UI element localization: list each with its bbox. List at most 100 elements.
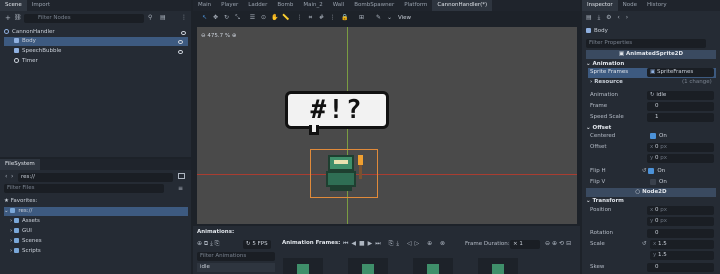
resource-row[interactable]: › Resource [590, 78, 623, 87]
scene-tab[interactable]: Bomb [272, 0, 298, 11]
scene-tab[interactable]: Main [193, 0, 216, 11]
pan-icon[interactable]: ✋ [271, 14, 278, 21]
animation-frame-thumb[interactable] [283, 258, 323, 274]
select-tool-icon[interactable]: ↖ [201, 14, 208, 21]
add-node-icon[interactable]: + [5, 14, 11, 22]
visibility-icon[interactable] [178, 50, 183, 54]
sprite-frames-label: Sprite Frames [590, 69, 629, 75]
root-folder-row[interactable]: ⌄ res:// [4, 207, 188, 216]
folder-row-assets[interactable]: › Assets [10, 217, 40, 226]
bone-icon[interactable]: ✎ [375, 14, 382, 21]
snap-icon[interactable]: ⌗ [307, 14, 314, 21]
tab-scene[interactable]: Scene [0, 0, 27, 11]
filter-files-input[interactable]: Filter Files [4, 184, 164, 193]
animation-frame-thumb[interactable] [478, 258, 518, 274]
scene-tab[interactable]: Player [216, 0, 243, 11]
offset-label: Offset [590, 144, 607, 150]
speech-bubble-sprite[interactable]: #!? [285, 91, 389, 136]
sprite-frames-text: SpriteFrames [656, 69, 694, 75]
tab-node[interactable]: Node [618, 0, 642, 11]
tab-label: Main_2 [303, 2, 323, 8]
scene-tab[interactable]: BombSpawner [349, 0, 399, 11]
move-tool-icon[interactable]: ✥ [212, 14, 219, 21]
more-icon[interactable]: ⋮ [181, 14, 187, 21]
more-icon[interactable]: ⋮ [329, 14, 336, 21]
scale-x: x 1.5 [653, 240, 667, 249]
folder-row-scenes[interactable]: › Scenes [10, 237, 42, 246]
filter-properties-input[interactable]: Filter Properties [586, 39, 706, 48]
split-view-icon[interactable] [178, 173, 185, 179]
frame-duration-field[interactable]: × 1 [510, 240, 540, 249]
grid-icon[interactable]: # [318, 14, 325, 21]
fps-field[interactable]: ↻ 5 FPS [243, 240, 271, 249]
zoom-in-icon[interactable]: ⊕ [230, 33, 237, 39]
sort-icon[interactable]: ≡ [178, 185, 183, 192]
visibility-icon[interactable] [178, 40, 183, 44]
unit: px [660, 144, 668, 150]
animation-frame-thumb[interactable] [348, 258, 388, 274]
tree-node-cannonhandler[interactable]: CannonHandler [4, 28, 188, 37]
animation-frame-thumb[interactable] [413, 258, 453, 274]
tab-import[interactable]: Import [27, 0, 55, 11]
ruler-icon[interactable]: 📏 [282, 14, 289, 21]
star-icon: ★ [4, 198, 11, 204]
scale-tool-icon[interactable]: ⤡ [234, 14, 241, 21]
script-icon[interactable]: ▤ [160, 14, 166, 21]
pivot-icon[interactable]: ⊙ [260, 14, 267, 21]
node-name: Body [594, 28, 608, 34]
scene-tab[interactable]: Ladder [243, 0, 272, 11]
bone-options-icon[interactable]: ⌄ [386, 14, 393, 21]
centered-checkbox[interactable]: On [650, 132, 667, 141]
list-select-icon[interactable]: ☰ [249, 14, 256, 21]
inspector-history-icons[interactable]: ▤ ⤓ ⚙ ‹ › [586, 14, 630, 22]
filter-animations-input[interactable]: Filter Animations [197, 252, 275, 261]
folder-icon [13, 228, 19, 233]
link-icon[interactable]: ⛓ [14, 14, 22, 21]
back-icon[interactable]: ‹ [5, 173, 7, 180]
folder-row-scripts[interactable]: › Scripts [10, 247, 41, 256]
section-offset[interactable]: ⌄ Offset [586, 124, 611, 132]
scene-tab[interactable]: Wall [328, 0, 350, 11]
section-transform[interactable]: ⌄ Transform [586, 197, 624, 205]
section-animation[interactable]: ⌄ Animation [586, 60, 624, 68]
tab-history[interactable]: History [642, 0, 672, 11]
tab-inspector[interactable]: Inspector [582, 0, 618, 11]
add-animation-icon[interactable]: ⊕ ⧉ ⤓ ⎘ [197, 240, 220, 248]
visibility-icon[interactable] [181, 31, 186, 35]
flip-h-checkbox[interactable]: ↺ On [642, 167, 665, 176]
rotation-value: 0 [655, 230, 659, 236]
animation-frames-label: Animation Frames: [282, 240, 341, 246]
view-menu[interactable]: View [398, 15, 411, 21]
lock-icon[interactable]: 🔒 [341, 14, 348, 21]
folder-icon [13, 218, 19, 223]
tree-node-body[interactable]: Body [4, 37, 188, 46]
more-icon[interactable]: ⋮ [296, 14, 303, 21]
filter-nodes-input[interactable]: Filter Nodes [24, 14, 144, 23]
position-x: x 0 px [650, 206, 667, 215]
axis-y: y [650, 218, 654, 224]
forward-icon[interactable]: › [11, 173, 13, 180]
tree-node-timer[interactable]: Timer [4, 57, 188, 66]
frame-options-icons[interactable]: ⊖⊕⟲⊟ [545, 240, 573, 247]
playback-controls[interactable]: ⏮◀■▶⏭ ⎘⤓ ◁▷ ⊕ ⊗ [343, 240, 448, 248]
folder-row-gui[interactable]: › GUI [10, 227, 32, 236]
scene-tab[interactable]: Platform [399, 0, 432, 11]
speed-scale-value: 1 [655, 114, 659, 120]
tab-filesystem[interactable]: FileSystem [0, 159, 40, 170]
canvas-viewport[interactable]: ⊖ 475.7 % ⊕ #!? [197, 27, 577, 224]
scene-tab[interactable]: Main_2 [298, 0, 327, 11]
bubble-text: #!? [310, 95, 364, 125]
node2d-icon [4, 29, 9, 34]
path-field[interactable]: res:// [18, 173, 173, 182]
rotate-tool-icon[interactable]: ↻ [223, 14, 230, 21]
node-selector[interactable]: Body [586, 27, 712, 36]
tree-node-speechbubble[interactable]: SpeechBubble [4, 47, 188, 56]
animation-list-item-idle[interactable]: idle [197, 263, 275, 272]
scene-tab-active[interactable]: CannonHandler(*) [432, 0, 493, 11]
scale-reset-icon[interactable]: ↺ [642, 240, 647, 249]
zoom-level[interactable]: 475.7 % [207, 33, 230, 39]
group-icon[interactable]: ⊞ [358, 14, 365, 21]
flip-v-checkbox[interactable]: On [650, 178, 667, 187]
node-label: Timer [22, 58, 38, 64]
favorites-row[interactable]: ★ Favorites: [4, 197, 188, 206]
